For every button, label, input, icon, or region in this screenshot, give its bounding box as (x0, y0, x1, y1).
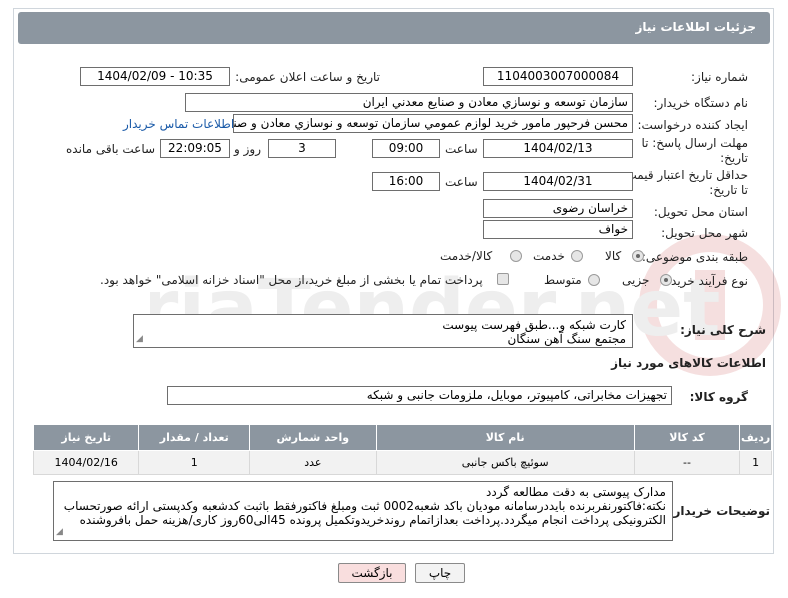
col-code: کد کالا (633, 424, 741, 451)
col-qty: تعداد / مقدار (138, 424, 251, 451)
deadline-date-field[interactable]: 1404/02/13 (483, 139, 633, 158)
validity-time-field[interactable]: 16:00 (372, 172, 440, 191)
process-option-minor: جزیی (622, 273, 650, 287)
category-option-goods: کالا (605, 249, 622, 263)
buyer-org-label: نام دستگاه خریدار: (653, 96, 749, 110)
goods-group-field[interactable]: تجهیزات مخابراتی، کامپیوتر، موبایل، ملزو… (167, 386, 672, 405)
page-header: جزئیات اطلاعات نیاز (18, 12, 770, 44)
remaining-label: ساعت باقی مانده (66, 142, 156, 156)
goods-table: ردیف کد کالا نام کالا واحد شمارش تعداد /… (32, 424, 772, 475)
col-date: تاریخ نیاز (32, 424, 140, 451)
treasury-checkbox[interactable] (497, 273, 509, 285)
process-radio-minor[interactable] (660, 274, 672, 286)
category-option-goods-service: کالا/خدمت (440, 249, 493, 263)
description-label: شرح کلی نیاز: (680, 323, 766, 337)
buyer-contact-link[interactable]: اطلاعات تماس خریدار (123, 117, 234, 131)
deadline-label-2: تاریخ: (720, 151, 748, 165)
col-unit: واحد شمارش (249, 424, 377, 451)
announce-label: تاریخ و ساعت اعلان عمومی: (235, 70, 380, 84)
category-radio-goods[interactable] (632, 250, 644, 262)
print-button[interactable]: چاپ (415, 563, 465, 583)
deadline-time-field[interactable]: 09:00 (372, 139, 440, 158)
need-number-label: شماره نیاز: (691, 70, 748, 84)
day-and-label: روز و (234, 142, 261, 156)
days-field[interactable]: 3 (268, 139, 336, 158)
buyer-notes-label: توضیحات خریدار: (668, 504, 770, 518)
category-radio-goods-service[interactable] (510, 250, 522, 262)
need-number-field[interactable]: 1104003007000084 (483, 67, 633, 86)
goods-group-label: گروه کالا: (689, 390, 748, 404)
cell-date: 1404/02/16 (32, 450, 140, 475)
deadline-label: مهلت ارسال پاسخ: تا (641, 136, 748, 150)
requester-label: ایجاد کننده درخواست: (637, 118, 748, 132)
cell-code: -- (633, 450, 741, 475)
deadline-hour-label: ساعت (445, 142, 478, 156)
back-button[interactable]: بازگشت (338, 563, 406, 583)
requester-field[interactable]: محسن فرحپور مامور خريد لوازم عمومي سازما… (233, 114, 633, 133)
category-option-service: خدمت (533, 249, 565, 263)
buyer-notes-line-1: مدارک پیوستی به دقت مطالعه گردد (486, 485, 666, 499)
category-label: طبقه بندی موضوعی: (641, 250, 748, 264)
page-title: جزئیات اطلاعات نیاز (635, 20, 756, 34)
validity-label-2: تا تاریخ: (709, 183, 748, 197)
announce-field[interactable]: 1404/02/09 - 10:35 (80, 67, 230, 86)
payment-note: پرداخت تمام یا بخشی از مبلغ خرید،از محل … (100, 273, 483, 287)
buyer-notes-textarea[interactable]: مدارک پیوستی به دقت مطالعه گردد نکته:فاک… (53, 481, 673, 541)
description-line-2: مجتمع سنگ آهن سنگان (507, 332, 626, 346)
col-row: ردیف (739, 424, 772, 451)
validity-hour-label: ساعت (445, 175, 478, 189)
city-field[interactable]: خواف (483, 220, 633, 239)
process-option-medium: متوسط (544, 273, 582, 287)
goods-section-title: اطلاعات کالاهای مورد نیاز (611, 356, 766, 370)
cell-qty: 1 (138, 450, 251, 475)
process-radio-medium[interactable] (588, 274, 600, 286)
table-row[interactable]: 1 -- سوئیچ باکس جانبی عدد 1 1404/02/16 (32, 450, 772, 475)
resize-grip-icon[interactable]: ◢ (56, 525, 63, 539)
buyer-org-field[interactable]: سازمان توسعه و نوسازي معادن و صنايع معدن… (185, 93, 633, 112)
cell-name: سوئیچ باکس جانبی (375, 450, 635, 475)
cell-unit: عدد (249, 450, 377, 475)
process-label: نوع فرآیند خرید : (663, 274, 748, 288)
province-label: استان محل تحویل: (653, 205, 748, 219)
validity-date-field[interactable]: 1404/02/31 (483, 172, 633, 191)
description-textarea[interactable]: کارت شبکه و...طبق فهرست پیوست مجتمع سنگ … (133, 314, 633, 348)
province-field[interactable]: خراسان رضوی (483, 199, 633, 218)
cell-row: 1 (739, 450, 772, 475)
buyer-notes-line-2: نکته:فاکتورنفربرنده بایددرسامانه مودیان … (63, 499, 666, 513)
resize-grip-icon[interactable]: ◢ (136, 332, 143, 346)
city-label: شهر محل تحویل: (661, 226, 748, 240)
goods-table-header: ردیف کد کالا نام کالا واحد شمارش تعداد /… (32, 424, 772, 451)
validity-label: حداقل تاریخ اعتبار قیمت: (621, 168, 748, 182)
col-name: نام کالا (375, 424, 635, 451)
description-line-1: کارت شبکه و...طبق فهرست پیوست (442, 318, 626, 332)
buyer-notes-line-3: الکترونیکی پرداخت انجام میگردد.پرداخت بع… (79, 513, 666, 527)
category-radio-service[interactable] (571, 250, 583, 262)
remaining-time-field[interactable]: 22:09:05 (160, 139, 230, 158)
